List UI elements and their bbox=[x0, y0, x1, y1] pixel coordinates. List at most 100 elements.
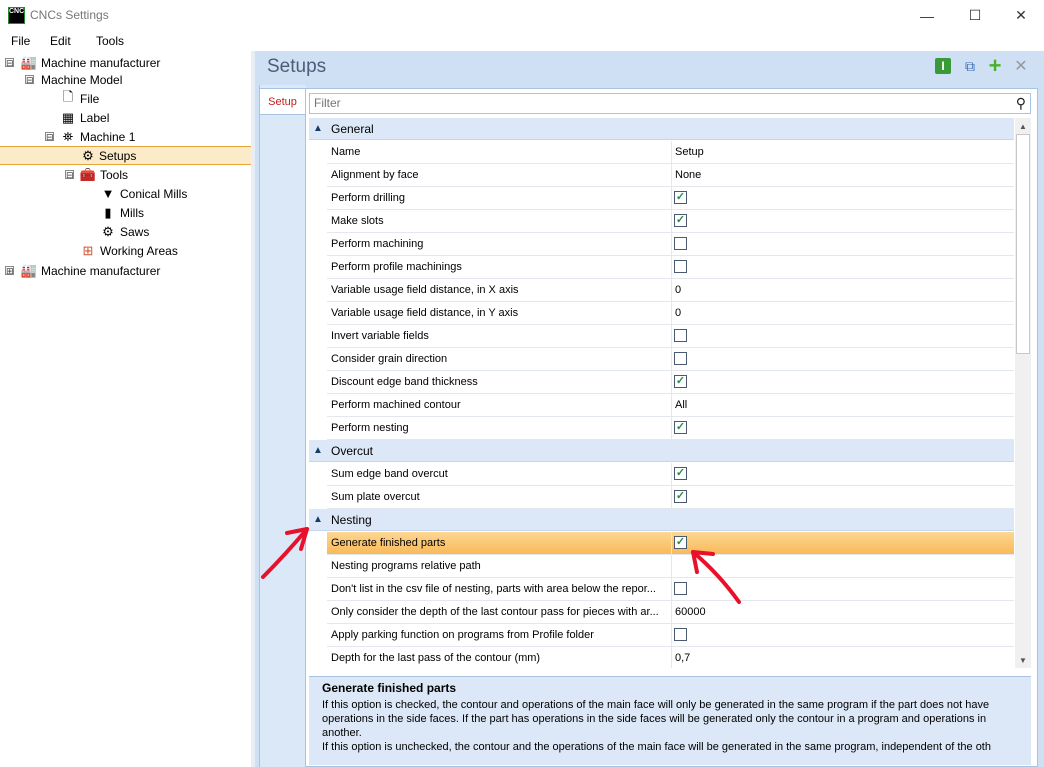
delete-icon[interactable]: ✕ bbox=[1011, 56, 1031, 76]
tree-item-label: Working Areas bbox=[100, 243, 178, 258]
tree-item-label: File bbox=[80, 91, 100, 106]
tree-item-machine-manufacturer-2[interactable]: ⊞ 🏭 Machine manufacturer bbox=[0, 261, 251, 280]
tree-item-working-areas[interactable]: ⊞ Working Areas bbox=[0, 241, 251, 260]
gear-icon: ⚙ bbox=[82, 147, 94, 163]
collapse-icon[interactable]: ⊟ bbox=[25, 75, 34, 85]
collapse-caret-icon[interactable]: ▲ bbox=[313, 445, 323, 456]
property-value[interactable]: None bbox=[675, 169, 701, 181]
search-icon[interactable]: ⚲ bbox=[1016, 95, 1026, 112]
tree-item-setups[interactable]: ⚙ Setups bbox=[0, 146, 251, 165]
description-line: If this option is unchecked, the contour… bbox=[322, 741, 991, 753]
property-row[interactable]: Alignment by face None bbox=[327, 164, 1014, 187]
category-label: Nesting bbox=[331, 512, 372, 527]
property-checkbox[interactable]: ✓ bbox=[674, 490, 687, 503]
tree-item-machine-model[interactable]: ⊟ Machine Model bbox=[0, 70, 251, 89]
property-name: Perform machined contour bbox=[331, 399, 461, 411]
collapse-icon[interactable]: ⊟ bbox=[5, 58, 14, 68]
working-areas-icon: ⊞ bbox=[82, 242, 94, 258]
property-checkbox[interactable] bbox=[674, 352, 687, 365]
property-row[interactable]: Depth for the last pass of the contour (… bbox=[327, 647, 1014, 668]
property-name: Perform machining bbox=[331, 238, 424, 250]
filter-input[interactable] bbox=[310, 94, 1004, 112]
property-checkbox[interactable]: ✓ bbox=[674, 375, 687, 388]
property-row-selected[interactable]: Generate finished parts ✓ bbox=[327, 532, 1014, 555]
property-row[interactable]: Only consider the depth of the last cont… bbox=[327, 601, 1014, 624]
scroll-up-icon[interactable]: ▲ bbox=[1015, 118, 1031, 134]
scrollbar-thumb[interactable] bbox=[1016, 134, 1030, 354]
expand-icon[interactable]: ⊞ bbox=[5, 266, 14, 276]
property-value[interactable]: 0 bbox=[675, 307, 681, 319]
property-row[interactable]: Perform nesting ✓ bbox=[327, 417, 1014, 440]
copy-icon[interactable]: ⧉ bbox=[960, 56, 980, 76]
label-icon: ▦ bbox=[61, 109, 75, 125]
property-row[interactable]: Variable usage field distance, in Y axis… bbox=[327, 302, 1014, 325]
tree-item-label-node[interactable]: ▦ Label bbox=[0, 108, 251, 127]
property-value[interactable]: All bbox=[675, 399, 687, 411]
property-row[interactable]: Invert variable fields bbox=[327, 325, 1014, 348]
close-button[interactable]: ✕ bbox=[998, 0, 1044, 31]
property-checkbox[interactable]: ✓ bbox=[674, 191, 687, 204]
tree-item-machine-1[interactable]: ⊟ ⛯ Machine 1 bbox=[0, 127, 251, 146]
collapse-icon[interactable]: ⊟ bbox=[65, 170, 74, 180]
add-icon[interactable]: + bbox=[985, 53, 1005, 78]
category-overcut[interactable]: ▲ Overcut bbox=[309, 440, 1014, 462]
property-name: Alignment by face bbox=[331, 169, 419, 181]
property-row[interactable]: Perform drilling ✓ bbox=[327, 187, 1014, 210]
tree-item-label: Machine Model bbox=[41, 72, 123, 87]
property-row[interactable]: Make slots ✓ bbox=[327, 210, 1014, 233]
property-value[interactable]: 0,7 bbox=[675, 652, 690, 664]
property-checkbox[interactable] bbox=[674, 329, 687, 342]
tab-setup[interactable]: Setup bbox=[259, 88, 305, 115]
tree-item-saws[interactable]: ⚙ Saws bbox=[0, 222, 251, 241]
property-name: Sum plate overcut bbox=[331, 491, 420, 503]
collapse-caret-icon[interactable]: ▲ bbox=[313, 123, 323, 134]
property-name: Only consider the depth of the last cont… bbox=[331, 606, 659, 618]
info-icon[interactable]: I bbox=[935, 58, 951, 74]
menu-file[interactable]: File bbox=[11, 34, 30, 48]
property-row[interactable]: Discount edge band thickness ✓ bbox=[327, 371, 1014, 394]
property-row[interactable]: Perform machining bbox=[327, 233, 1014, 256]
mill-icon: ▮ bbox=[104, 204, 112, 220]
property-row[interactable]: Sum plate overcut ✓ bbox=[327, 486, 1014, 509]
property-row[interactable]: Apply parking function on programs from … bbox=[327, 624, 1014, 647]
collapse-icon[interactable]: ⊟ bbox=[45, 132, 54, 142]
property-name: Make slots bbox=[331, 215, 384, 227]
property-row[interactable]: Sum edge band overcut ✓ bbox=[327, 463, 1014, 486]
property-name: Variable usage field distance, in Y axis bbox=[331, 307, 519, 319]
property-checkbox[interactable]: ✓ bbox=[674, 214, 687, 227]
property-row[interactable]: Perform machined contour All bbox=[327, 394, 1014, 417]
property-row[interactable]: Variable usage field distance, in X axis… bbox=[327, 279, 1014, 302]
property-checkbox[interactable] bbox=[674, 260, 687, 273]
property-checkbox[interactable]: ✓ bbox=[674, 467, 687, 480]
property-value[interactable]: 0 bbox=[675, 284, 681, 296]
factory-icon: 🏭 bbox=[20, 54, 38, 70]
property-name: Variable usage field distance, in X axis bbox=[331, 284, 519, 296]
property-row[interactable]: Don't list in the csv file of nesting, p… bbox=[327, 578, 1014, 601]
scroll-down-icon[interactable]: ▼ bbox=[1015, 652, 1031, 668]
category-nesting[interactable]: ▲ Nesting bbox=[309, 509, 1014, 531]
description-title: Generate finished parts bbox=[322, 681, 457, 695]
tree-item-mills[interactable]: ▮ Mills bbox=[0, 203, 251, 222]
maximize-button[interactable]: ☐ bbox=[952, 0, 998, 31]
menu-tools[interactable]: Tools bbox=[96, 34, 124, 48]
property-row[interactable]: Consider grain direction bbox=[327, 348, 1014, 371]
property-value[interactable]: Setup bbox=[675, 146, 704, 158]
property-row[interactable]: Name Setup bbox=[327, 141, 1014, 164]
category-general[interactable]: ▲ General bbox=[309, 118, 1014, 140]
tree-item-file[interactable]: 🗋 File bbox=[0, 89, 251, 108]
settings-tree: ⊟ 🏭 Machine manufacturer ⊟ Machine Model… bbox=[0, 51, 252, 767]
description-text: If this option is checked, the contour a… bbox=[322, 698, 1022, 754]
property-checkbox[interactable]: ✓ bbox=[674, 421, 687, 434]
tree-item-label: Machine manufacturer bbox=[41, 55, 161, 70]
tree-item-conical-mills[interactable]: ▼ Conical Mills bbox=[0, 184, 251, 203]
property-checkbox[interactable] bbox=[674, 237, 687, 250]
property-row[interactable]: Nesting programs relative path bbox=[327, 555, 1014, 578]
menu-edit[interactable]: Edit bbox=[50, 34, 71, 48]
property-row[interactable]: Perform profile machinings bbox=[327, 256, 1014, 279]
machine-icon: ⛯ bbox=[62, 128, 74, 144]
tree-item-tools[interactable]: ⊟ 🧰 Tools bbox=[0, 165, 251, 184]
window-title: CNCs Settings bbox=[30, 8, 109, 22]
tree-item-label: Label bbox=[80, 110, 110, 125]
property-checkbox[interactable] bbox=[674, 628, 687, 641]
minimize-button[interactable]: — bbox=[904, 0, 950, 31]
